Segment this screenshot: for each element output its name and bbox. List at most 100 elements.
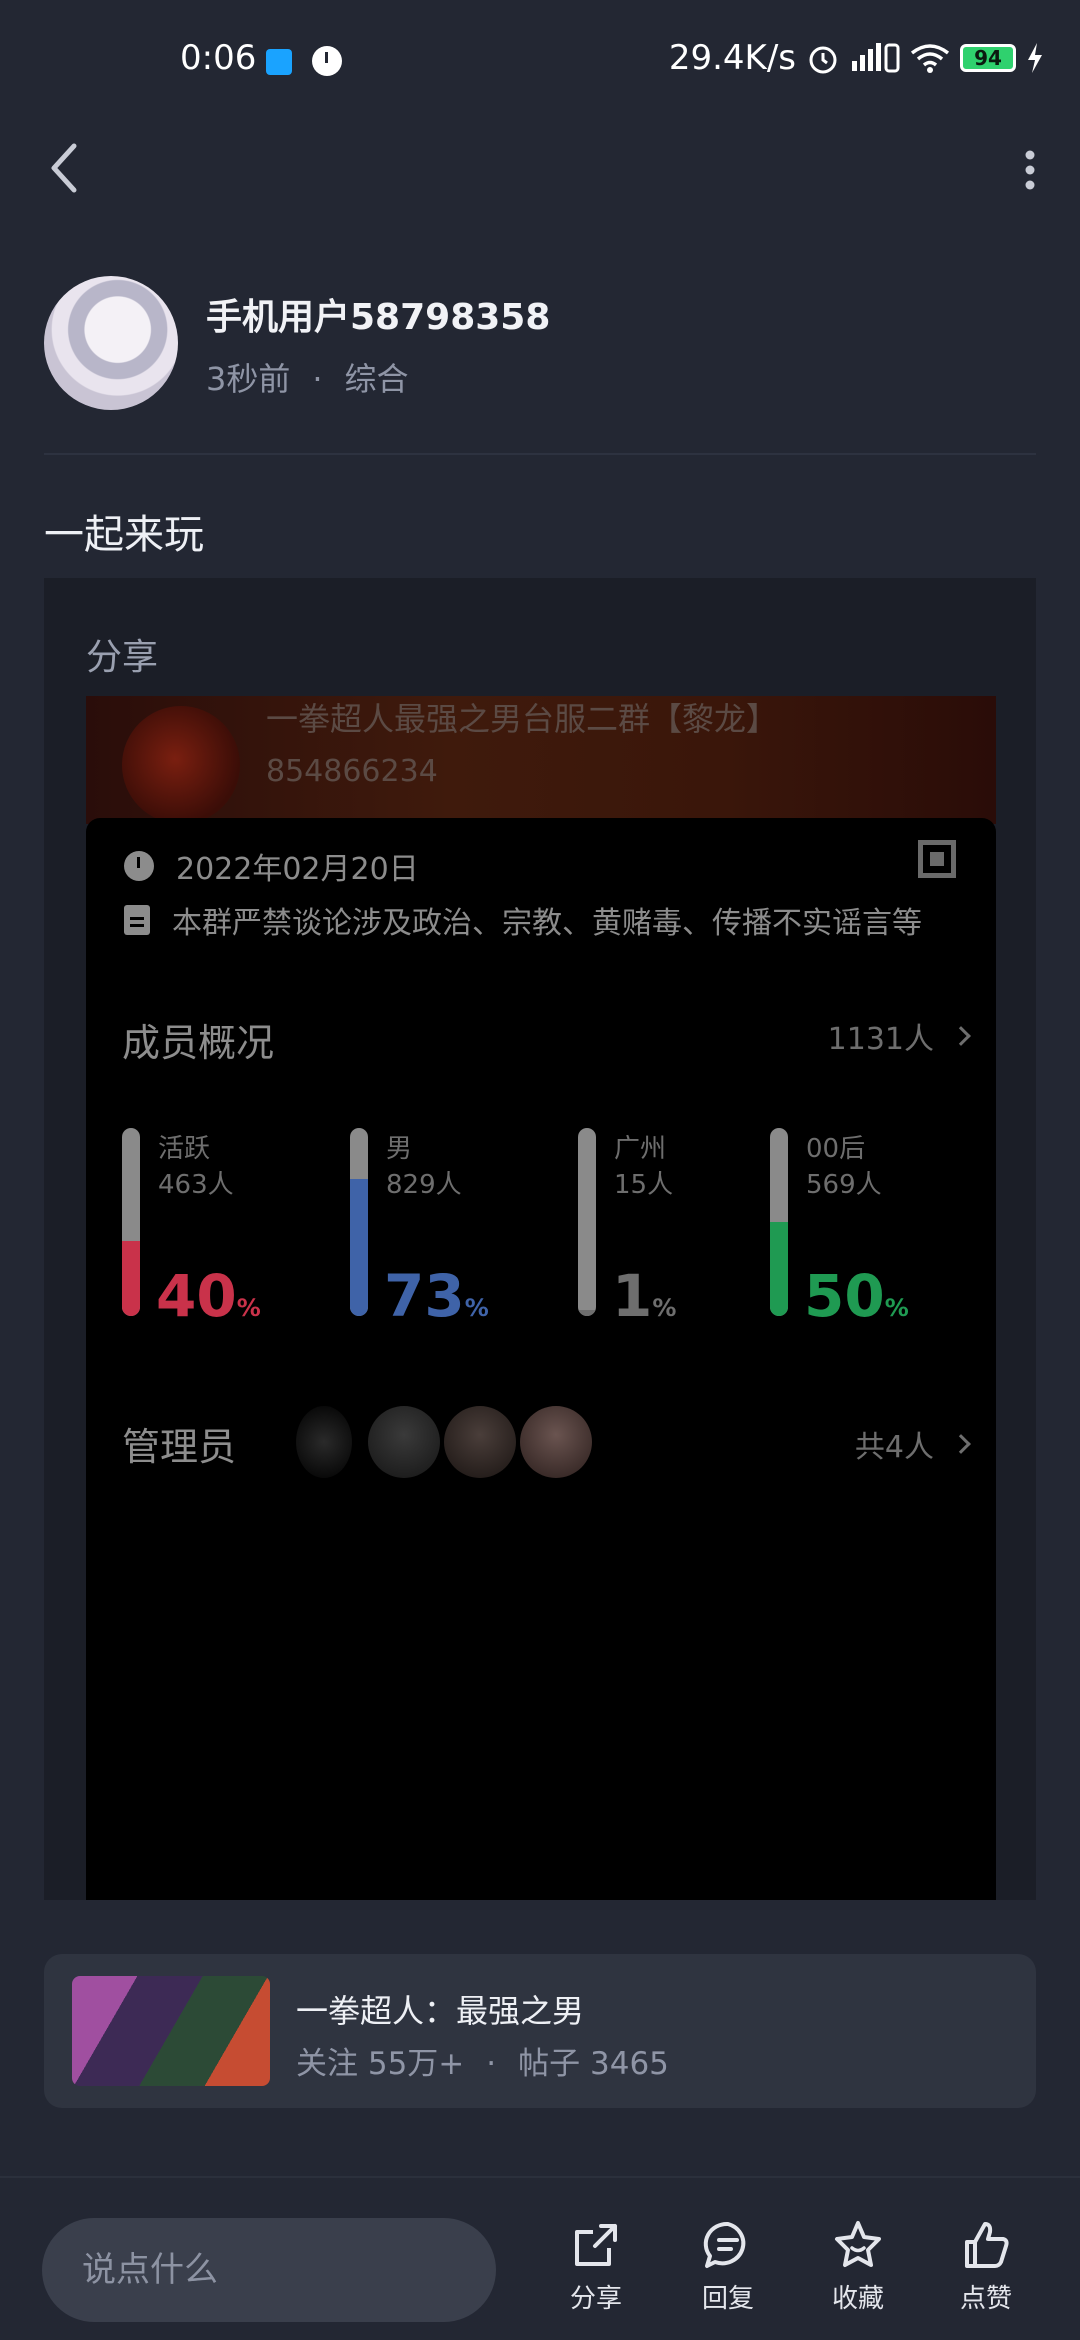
- author-avatar[interactable]: [44, 276, 178, 410]
- follow-label: 关注: [296, 2046, 358, 2082]
- post-category: 综合: [344, 360, 409, 398]
- admin-avatar: [520, 1406, 592, 1478]
- comment-icon: [703, 2221, 746, 2268]
- meta-separator: ·: [312, 360, 323, 398]
- document-icon: [124, 905, 150, 935]
- share-label: 分享: [86, 637, 159, 678]
- stat-age: 00后 569人 50%: [770, 1128, 970, 1330]
- follow-count: 55万+: [367, 2046, 465, 2082]
- admins-title: 管理员: [122, 1425, 237, 1469]
- share-icon: [575, 2224, 617, 2266]
- app-notification-icon: [266, 49, 292, 75]
- stat-percent-unit: %: [652, 1294, 677, 1322]
- topic-thumbnail: [72, 1976, 270, 2086]
- status-right: 29.4K/s 94: [669, 38, 1044, 78]
- network-speed: 29.4K/s: [668, 38, 796, 78]
- stat-percent: 50%: [804, 1262, 909, 1330]
- stat-count: 15人: [614, 1170, 674, 1200]
- group-avatar: [122, 706, 240, 824]
- reply-label: 回复: [701, 2284, 754, 2314]
- group-date-row: 2022年02月20日: [124, 844, 419, 888]
- battery-icon: 94: [960, 44, 1016, 72]
- alarm-icon: [809, 46, 837, 74]
- topic-title: 一拳超人：最强之男: [296, 1992, 585, 2030]
- stat-bar-fill: [350, 1178, 368, 1316]
- admins-total-link: 共4人: [854, 1422, 971, 1466]
- share-card[interactable]: 分享 一拳超人最强之男台服二群【黎龙】 854866234 2022年02月20…: [44, 578, 1036, 1900]
- status-time: 0:06: [180, 38, 257, 78]
- chevron-right-icon: [951, 1434, 971, 1454]
- clock-icon: [124, 851, 154, 881]
- stats-separator: ·: [486, 2046, 497, 2082]
- stat-count: 569人: [806, 1170, 882, 1200]
- stat-percent-unit: %: [464, 1294, 489, 1322]
- stat-percent: 40%: [156, 1262, 261, 1330]
- members-total: 1131人: [827, 1022, 934, 1057]
- share-button[interactable]: 分享: [546, 2218, 646, 2315]
- topic-stats: 关注 55万+ · 帖子 3465: [296, 2038, 669, 2083]
- members-total-link: 1131人: [827, 1014, 971, 1058]
- stat-label: 活跃: [158, 1134, 211, 1164]
- stat-bar-fill: [770, 1222, 788, 1316]
- stat-region: 广州 15人 1%: [578, 1128, 778, 1330]
- share-label: 分享: [569, 2284, 622, 2314]
- comment-input[interactable]: [42, 2218, 496, 2322]
- stat-percent-value: 1: [612, 1262, 653, 1330]
- divider: [44, 453, 1036, 455]
- stat-bar: [350, 1128, 368, 1316]
- signal-icon: [852, 43, 900, 73]
- group-banner: 一拳超人最强之男台服二群【黎龙】 854866234: [86, 696, 996, 824]
- status-bar: 0:06 29.4K/s 94: [0, 0, 1080, 125]
- stat-percent-value: 50: [804, 1262, 885, 1330]
- stat-label: 广州: [614, 1134, 667, 1164]
- stat-active: 活跃 463人 40%: [122, 1128, 322, 1330]
- stat-bar-fill: [578, 1310, 596, 1316]
- admins-total: 共4人: [854, 1430, 934, 1465]
- reply-button[interactable]: 回复: [678, 2218, 778, 2315]
- stat-male: 男 829人 73%: [350, 1128, 550, 1330]
- stat-count: 829人: [386, 1170, 462, 1200]
- post-meta: 3秒前 · 综合: [206, 354, 409, 400]
- stat-label: 男: [386, 1134, 413, 1164]
- author-name[interactable]: 手机用户58798358: [206, 288, 550, 340]
- stat-label: 00后: [806, 1134, 866, 1164]
- stat-bar: [122, 1128, 140, 1316]
- favorite-button[interactable]: 收藏: [808, 2218, 908, 2315]
- stat-bar: [770, 1128, 788, 1316]
- stat-bar-fill: [122, 1240, 140, 1316]
- clock-icon: [312, 46, 342, 76]
- charging-icon: [1028, 43, 1042, 73]
- like-button[interactable]: 点赞: [936, 2218, 1036, 2315]
- group-name: 一拳超人最强之男台服二群【黎龙】: [266, 700, 779, 738]
- admin-avatar: [444, 1406, 516, 1478]
- group-notice: 本群严禁谈论涉及政治、宗教、黄赌毒、传播不实谣言等: [172, 906, 922, 941]
- stat-percent-value: 73: [384, 1262, 465, 1330]
- stat-count: 463人: [158, 1170, 234, 1200]
- bottom-action-bar: 分享 回复 收藏 点赞: [0, 2176, 1080, 2340]
- thumbs-up-icon: [965, 2222, 1009, 2268]
- group-notice-row: 本群严禁谈论涉及政治、宗教、黄赌毒、传播不实谣言等: [124, 898, 922, 942]
- post-time: 3秒前: [206, 360, 291, 398]
- chevron-left-icon[interactable]: [44, 140, 84, 196]
- star-icon: [835, 2221, 881, 2267]
- wifi-icon: [910, 44, 950, 73]
- stat-percent-unit: %: [884, 1294, 909, 1322]
- posts-label: 帖子: [518, 2046, 581, 2082]
- group-info-panel: 2022年02月20日 本群严禁谈论涉及政治、宗教、黄赌毒、传播不实谣言等 成员…: [86, 818, 996, 1900]
- admin-avatar: [368, 1406, 440, 1478]
- group-id: 854866234: [266, 754, 438, 789]
- admin-avatar: [296, 1406, 352, 1478]
- group-date: 2022年02月20日: [176, 852, 419, 887]
- stat-bar: [578, 1128, 596, 1316]
- qr-code-icon: [918, 840, 956, 878]
- like-label: 点赞: [959, 2284, 1012, 2314]
- stat-percent-unit: %: [236, 1294, 261, 1322]
- stat-percent: 73%: [384, 1262, 489, 1330]
- stat-percent: 1%: [612, 1262, 676, 1330]
- stat-percent-value: 40: [156, 1262, 237, 1330]
- chevron-right-icon: [951, 1026, 971, 1046]
- members-title: 成员概况: [122, 1021, 275, 1065]
- post-title: 一起来玩: [44, 512, 204, 558]
- topic-card[interactable]: 一拳超人：最强之男 关注 55万+ · 帖子 3465: [44, 1954, 1036, 2108]
- more-vertical-icon[interactable]: [1024, 150, 1036, 190]
